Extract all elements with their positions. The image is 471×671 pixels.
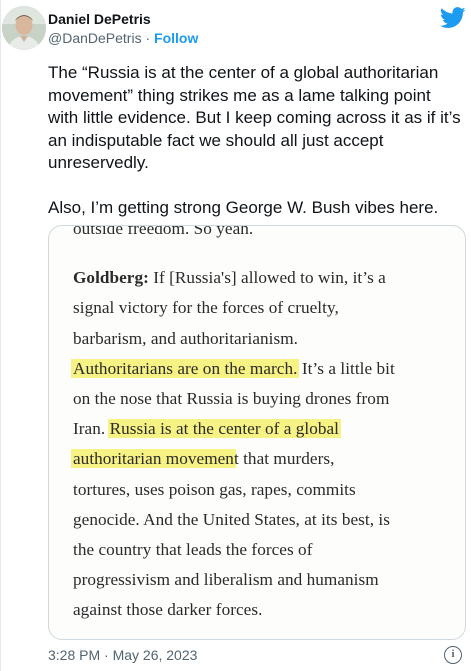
excerpt-line: authoritarian movement that murders,	[71, 444, 453, 474]
excerpt-text: It’s a little bit	[297, 358, 395, 378]
book-excerpt: outside freedom. So yeah. Goldberg: If […	[71, 225, 453, 626]
separator-dot: ·	[145, 30, 151, 46]
speaker-label: Goldberg:	[73, 268, 149, 288]
excerpt-line: the country that leads the forces of	[73, 540, 313, 560]
excerpt-line: Iran. Russia is at the center of a globa…	[73, 414, 453, 444]
tweet-body: The “Russia is at the center of a global…	[48, 62, 463, 219]
tweet-card: Daniel DePetris @DanDePetris · Follow Th…	[0, 0, 471, 671]
excerpt-text: t that murders,	[233, 449, 335, 469]
excerpt-line: barbarism, and authoritarianism.	[73, 328, 298, 348]
excerpt-line: signal victory for the forces of cruelty…	[73, 298, 339, 318]
excerpt-line: progressivism and liberalism and humanis…	[73, 570, 379, 590]
follow-button[interactable]: Follow	[154, 30, 198, 46]
excerpt-line: Goldberg: If [Russia's] allowed to win, …	[73, 263, 453, 293]
excerpt-text: If [Russia's] allowed to win, it’s a	[148, 268, 386, 288]
highlighted-text: authoritarian movemen	[71, 449, 236, 469]
excerpt-text: Iran.	[73, 419, 110, 439]
excerpt-line: genocide. And the United States, at its …	[73, 509, 390, 529]
excerpt-line: against those darker forces.	[73, 600, 263, 620]
excerpt-line: on the nose that Russia is buying drones…	[73, 389, 390, 409]
twitter-bird-icon[interactable]	[440, 7, 466, 29]
excerpt-line: outside freedom. So yeah.	[73, 225, 254, 238]
highlighted-text: Russia is at the center of a global	[107, 419, 341, 439]
tweet-paragraph: Also, I’m getting strong George W. Bush …	[48, 197, 439, 217]
divider	[0, 0, 1, 671]
excerpt-line: tortures, uses poison gas, rapes, commit…	[73, 479, 356, 499]
author-name[interactable]: Daniel DePetris	[48, 11, 151, 27]
info-icon[interactable]: i	[444, 646, 462, 664]
tweet-paragraph: The “Russia is at the center of a global…	[48, 63, 461, 172]
avatar-image	[2, 6, 46, 50]
avatar[interactable]	[2, 6, 46, 50]
author-meta: @DanDePetris · Follow	[48, 30, 198, 46]
timestamp[interactable]: 3:28 PM · May 26, 2023	[48, 647, 197, 663]
excerpt-line: Authoritarians are on the march. It’s a …	[71, 354, 453, 384]
author-handle[interactable]: @DanDePetris	[48, 30, 142, 46]
attached-image[interactable]: outside freedom. So yeah. Goldberg: If […	[48, 225, 466, 640]
highlighted-text: Authoritarians are on the march.	[71, 358, 300, 378]
